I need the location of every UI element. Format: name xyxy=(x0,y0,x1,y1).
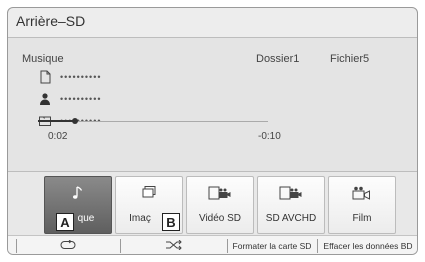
bottom-divider xyxy=(120,239,121,253)
source-button-label: Vidéo SD xyxy=(198,213,242,224)
film-icon xyxy=(329,185,395,201)
source-button-label: SD AVCHD xyxy=(265,213,317,224)
progress-bar[interactable] xyxy=(38,118,268,124)
artist-icon xyxy=(38,92,52,106)
repeat-button[interactable] xyxy=(18,236,118,254)
callout-a: A xyxy=(56,213,74,231)
callout-b: B xyxy=(162,213,180,231)
source-button-film[interactable]: Film xyxy=(328,176,396,234)
elapsed-time: 0:02 xyxy=(48,131,68,142)
track-title-row: •••••••••• xyxy=(38,70,102,84)
source-button-video-sd[interactable]: Vidéo SD xyxy=(186,176,254,234)
file-label: Fichier5 xyxy=(330,53,370,65)
screen-frame: Arrière–SD Musique Dossier1 Fichier5 •••… xyxy=(7,7,418,255)
page-title: Arrière–SD xyxy=(16,13,86,29)
file-icon xyxy=(38,70,52,84)
bottom-bar: Formater la carte SD Effacer les données… xyxy=(8,235,417,254)
shuffle-button[interactable] xyxy=(122,236,226,254)
repeat-icon xyxy=(59,239,77,252)
track-info-panel: Musique Dossier1 Fichier5 •••••••••• •••… xyxy=(8,38,417,171)
format-sd-button[interactable]: Formater la carte SD xyxy=(228,236,316,254)
video-sd-icon xyxy=(187,185,253,201)
erase-bd-button[interactable]: Effacer les données BD xyxy=(318,236,417,254)
image-icon xyxy=(116,185,182,201)
shuffle-icon xyxy=(165,239,183,252)
bottom-divider xyxy=(16,239,17,253)
progress-knob[interactable] xyxy=(71,118,78,124)
progress-fill xyxy=(38,120,75,122)
artist-row: •••••••••• xyxy=(38,92,102,106)
folder-label: Dossier1 xyxy=(256,53,300,65)
avchd-icon xyxy=(258,185,324,201)
music-note-icon xyxy=(45,185,111,201)
source-button-musique[interactable]: que xyxy=(44,176,112,234)
source-button-sd-avchd[interactable]: SD AVCHD xyxy=(257,176,325,234)
remaining-time: -0:10 xyxy=(258,131,281,142)
source-button-label: Film xyxy=(352,213,372,224)
track-title-value: •••••••••• xyxy=(60,72,102,82)
source-button-label: que xyxy=(77,213,95,224)
source-selector: que Imaç Vidéo SD SD AVCHD Film A B xyxy=(8,172,417,235)
source-label: Musique xyxy=(22,53,64,65)
artist-value: •••••••••• xyxy=(60,94,102,104)
